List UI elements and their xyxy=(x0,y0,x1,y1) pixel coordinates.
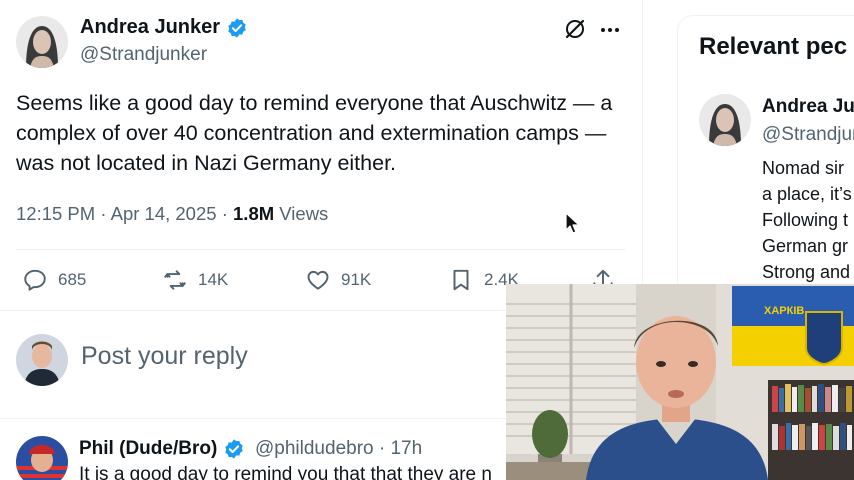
bio-line: Strong and xyxy=(762,262,851,282)
repost-icon xyxy=(164,270,186,290)
like-count: 91K xyxy=(341,270,372,289)
views-label: Views xyxy=(279,203,329,224)
reply-age[interactable]: 17h xyxy=(390,438,422,459)
meta-separator: · xyxy=(221,203,234,224)
reply-text: It is a good day to remind you that that… xyxy=(79,464,492,480)
author-name[interactable]: Andrea Junker xyxy=(80,16,248,39)
tweet-time[interactable]: 12:15 PM xyxy=(16,203,95,224)
verified-badge-icon xyxy=(225,439,243,459)
flag-text: ХАРКІВ xyxy=(764,305,804,317)
bio-line: a place, it’s xyxy=(762,184,852,204)
verified-badge-icon xyxy=(228,17,246,38)
bio-line: German gr xyxy=(762,236,849,256)
heart-icon xyxy=(307,270,329,290)
current-user-avatar[interactable] xyxy=(16,334,68,386)
sidebar-person-handle[interactable]: @Strandjun xyxy=(762,124,854,146)
repost-count: 14K xyxy=(198,270,229,289)
relevant-people-card: Relevant pec Andrea Ju @Strandjun Nomad … xyxy=(677,15,854,315)
reply-count: 685 xyxy=(58,270,87,289)
more-options-icon[interactable] xyxy=(598,18,622,42)
bio-line: Nomad sir xyxy=(762,158,845,178)
tweet-date[interactable]: Apr 14, 2025 xyxy=(111,203,217,224)
reply-input[interactable]: Post your reply xyxy=(81,342,248,371)
bio-line: Following t xyxy=(762,210,849,230)
reply-button[interactable]: 685 xyxy=(22,262,86,298)
mouse-cursor-icon xyxy=(565,212,580,234)
author-name-text[interactable]: Andrea Junker xyxy=(80,16,220,39)
divider xyxy=(16,249,626,250)
reply-author-handle[interactable]: @phildudebro xyxy=(255,438,374,459)
sidebar-person-bio: Nomad sir a place, it’s Following t Germ… xyxy=(762,155,854,285)
grok-icon[interactable] xyxy=(563,17,587,41)
meta-separator: · xyxy=(100,203,111,224)
like-button[interactable]: 91K xyxy=(305,262,371,298)
webcam-overlay: ХАРКІВ xyxy=(506,284,854,480)
sidebar-person-name[interactable]: Andrea Ju xyxy=(762,96,854,118)
reply-author-name[interactable]: Phil (Dude/Bro) xyxy=(79,438,245,460)
author-avatar[interactable] xyxy=(16,16,68,68)
sidebar-person-avatar[interactable] xyxy=(699,94,751,146)
tweet-meta: 12:15 PM · Apr 14, 2025 · 1.8M Views xyxy=(16,203,328,225)
bookmark-icon xyxy=(453,269,469,291)
tweet-text: Seems like a good day to remind everyone… xyxy=(16,91,613,175)
reply-author-meta: @phildudebro · 17h xyxy=(255,438,422,460)
reply-author-name-text[interactable]: Phil (Dude/Bro) xyxy=(79,438,217,460)
author-handle[interactable]: @Strandjunker xyxy=(80,44,207,66)
reply-author-avatar[interactable] xyxy=(16,436,68,480)
views-count: 1.8M xyxy=(233,203,275,224)
webcam-scene: ХАРКІВ xyxy=(506,284,854,480)
meta-separator: · xyxy=(378,438,391,459)
relevant-people-title: Relevant pec xyxy=(699,33,848,60)
repost-button[interactable]: 14K xyxy=(162,262,228,298)
reply-icon xyxy=(24,269,46,291)
